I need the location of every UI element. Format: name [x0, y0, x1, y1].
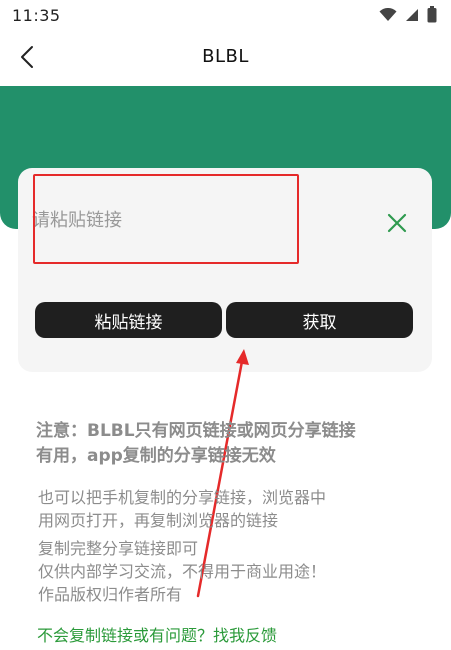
clear-button[interactable] [384, 210, 410, 236]
notice-line: 注意：BLBL只有网页链接或网页分享链接 [36, 421, 356, 441]
page-title: BLBL [202, 46, 249, 67]
fetch-button[interactable]: 获取 [226, 302, 413, 338]
status-bar: 11:35 [0, 0, 451, 32]
link-input-card: 粘贴链接 获取 [18, 168, 432, 372]
notice-line: 作品版权归作者所有 [38, 585, 183, 604]
notice-line: 有用，app复制的分享链接无效 [36, 446, 276, 466]
notice-warning: 注意：BLBL只有网页链接或网页分享链接 有用，app复制的分享链接无效 [36, 419, 416, 469]
screen: 11:35 BLBL 请粘贴链接 粘贴链接 获取 注意：BLBL只有网页链接或网… [0, 0, 451, 650]
notice-tip: 也可以把手机复制的分享链接，浏览器中 用网页打开，再复制浏览器的链接 [38, 486, 418, 532]
status-icons [379, 6, 437, 27]
signal-icon [405, 7, 419, 26]
wifi-icon [379, 7, 397, 26]
clear-x-icon [384, 213, 410, 240]
app-bar: BLBL [0, 32, 451, 86]
link-input[interactable] [32, 190, 352, 250]
notice-line: 用网页打开，再复制浏览器的链接 [38, 511, 279, 530]
notice-line: 仅供内部学习交流，不得用于商业用途！ [38, 562, 327, 581]
paste-link-button[interactable]: 粘贴链接 [35, 302, 222, 338]
action-buttons: 粘贴链接 获取 [35, 302, 413, 338]
feedback-link[interactable]: 不会复制链接或有问题？找我反馈 [37, 622, 277, 646]
notice-disclaimer: 复制完整分享链接即可 仅供内部学习交流，不得用于商业用途！ 作品版权归作者所有 [38, 537, 418, 606]
status-time: 11:35 [12, 6, 61, 25]
battery-icon [427, 6, 437, 27]
notice-line: 也可以把手机复制的分享链接，浏览器中 [38, 488, 327, 507]
notice-line: 复制完整分享链接即可 [38, 539, 199, 558]
